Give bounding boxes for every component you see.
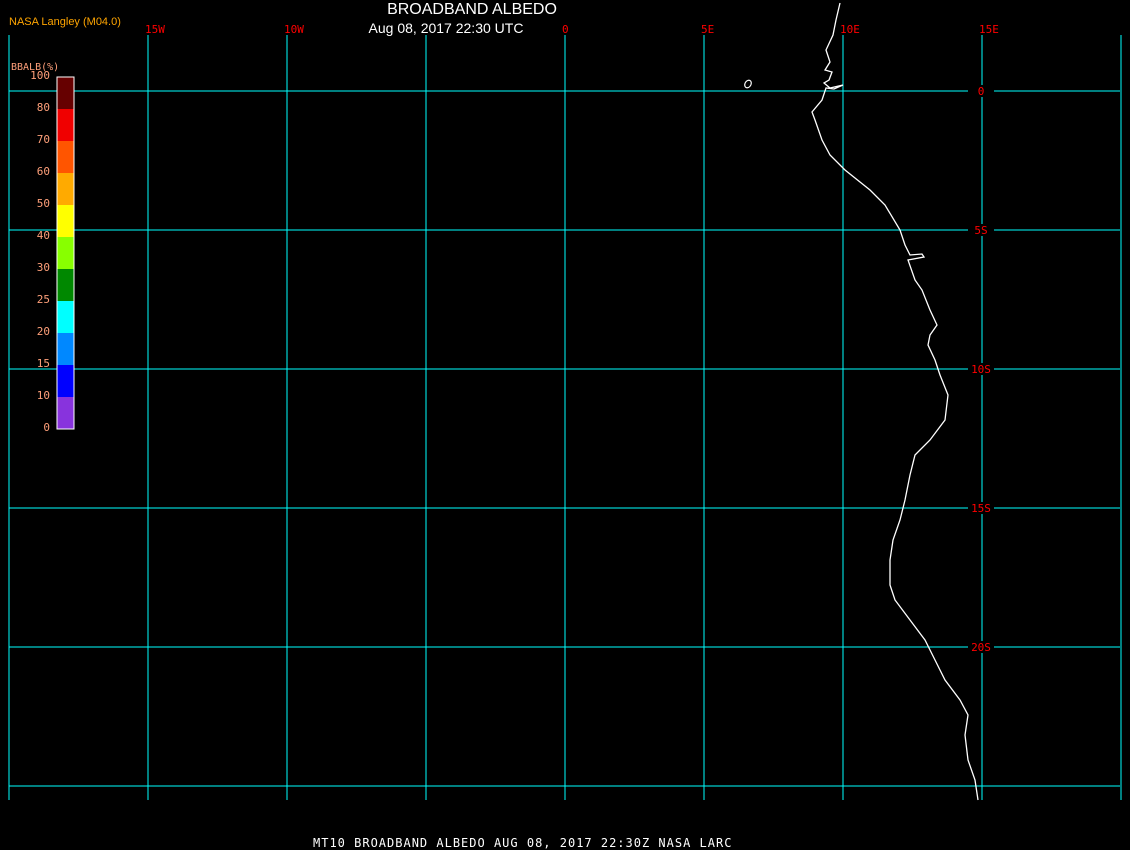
coastline	[811, 2, 979, 801]
colorbar-tick-label: 20	[36, 325, 50, 338]
colorbar-segment	[57, 205, 74, 237]
latitude-label: 15S	[971, 502, 991, 515]
colorbar-segment	[57, 301, 74, 333]
colorbar-tick-label: 50	[36, 197, 50, 210]
colorbar-tick-label: 70	[36, 133, 50, 146]
colorbar-segment	[57, 109, 74, 141]
colorbar-tick-label: 40	[36, 229, 50, 242]
albedo-map: 15W 10W 0 5E 10E 15E 0 5S 10S 15S 20S BROADBAND AL…	[0, 0, 1130, 850]
colorbar-tick-label: 15	[36, 357, 50, 370]
colorbar-tick-label: 10	[36, 389, 50, 402]
colorbar-segment	[57, 77, 74, 109]
colorbar-segment	[57, 333, 74, 365]
colorbar-segment	[57, 365, 74, 397]
colorbar-segment	[57, 173, 74, 205]
map-canvas: 15W 10W 0 5E 10E 15E05S10S15S20S	[8, 2, 1122, 801]
colorbar-segment	[57, 237, 74, 269]
colorbar-segment	[57, 397, 74, 429]
latitude-label: 5S	[974, 224, 987, 237]
colorbar-segment	[57, 269, 74, 301]
latitude-label: 20S	[971, 641, 991, 654]
colorbar-tick-label: 25	[36, 293, 50, 306]
latitude-label: 10S	[971, 363, 991, 376]
colorbar-tick-label: 80	[36, 101, 50, 114]
credit-label: NASA Langley (M04.0)	[9, 16, 121, 28]
colorbar-tick-label: 30	[36, 261, 50, 274]
footer-caption: MT10 BROADBAND ALBEDO AUG 08, 2017 22:30…	[313, 836, 733, 850]
map-title: BROADBAND ALBEDO	[387, 1, 557, 18]
longitude-label: 15E	[979, 23, 999, 36]
island-outline	[744, 79, 752, 89]
map-subtitle: Aug 08, 2017 22:30 UTC	[368, 20, 524, 36]
colorbar-tick-label: 60	[36, 165, 50, 178]
colorbar-tick-label: 100	[30, 69, 50, 82]
latitude-label: 0	[978, 85, 985, 98]
colorbar-tick-label: 0	[43, 421, 50, 434]
colorbar-segment	[57, 141, 74, 173]
